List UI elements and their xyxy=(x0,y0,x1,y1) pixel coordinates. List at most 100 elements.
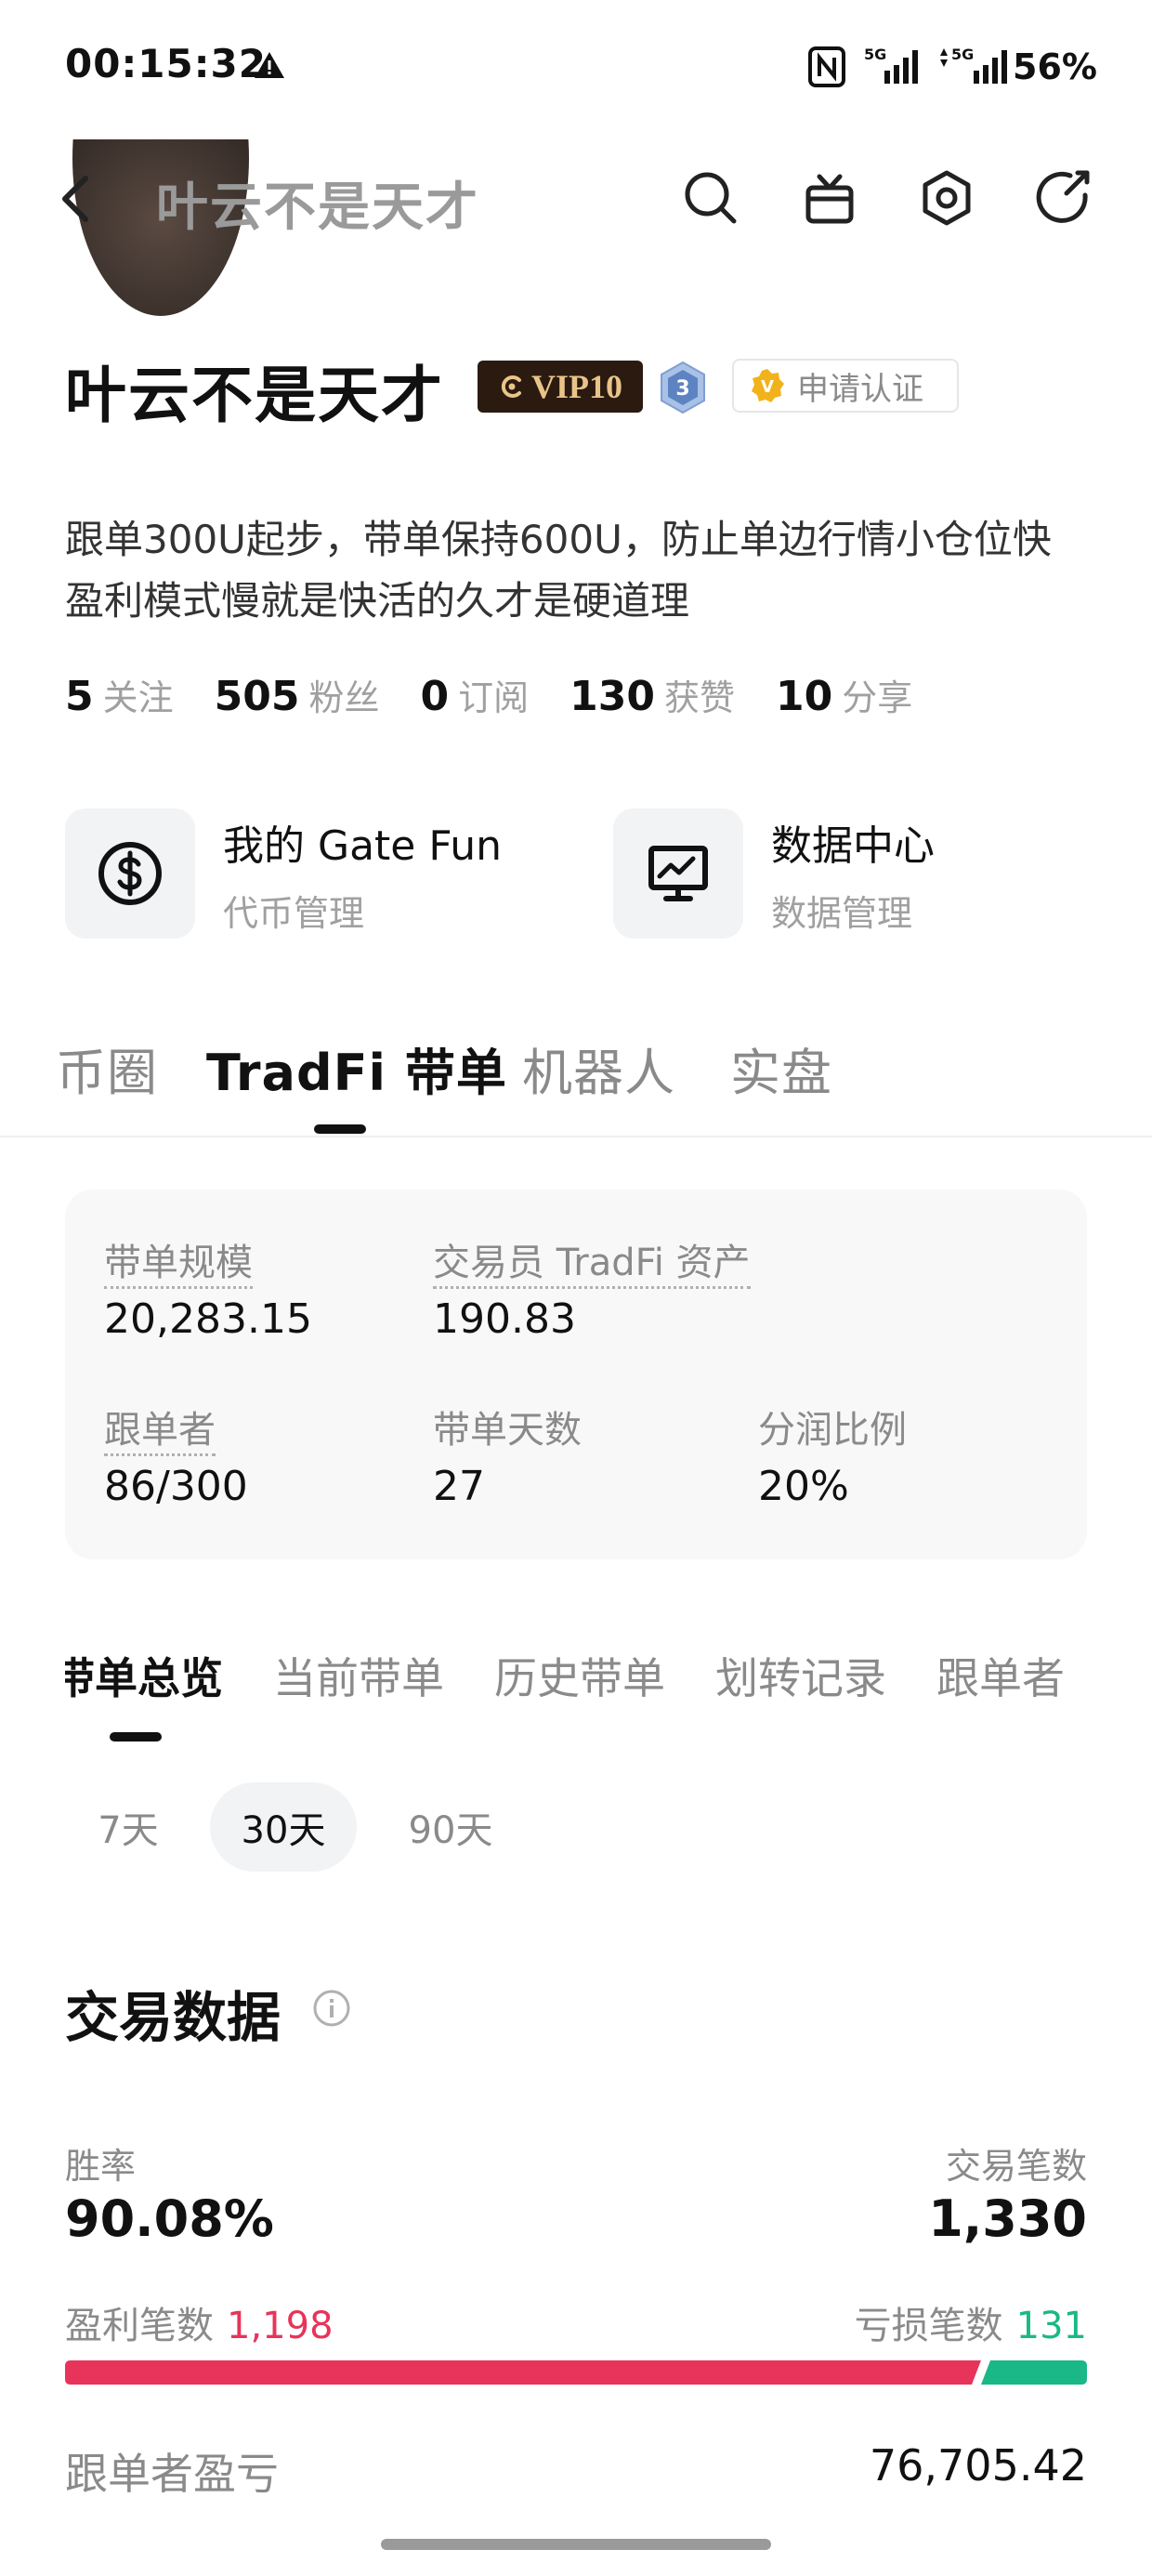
win-loss-ratio-bar xyxy=(65,2360,1087,2385)
stat-shares[interactable]: 10 分享 xyxy=(776,669,912,720)
subtab-history[interactable]: 历史带单 xyxy=(494,1645,665,1706)
gate-fun-card[interactable]: 我的 Gate Fun 代币管理 xyxy=(65,808,502,939)
trade-count-value: 1,330 xyxy=(928,2189,1087,2248)
profit-trades-value: 1,198 xyxy=(227,2305,334,2347)
stat-value: 10 xyxy=(776,673,833,720)
svg-text:5G: 5G xyxy=(951,46,974,63)
gift-icon[interactable] xyxy=(799,167,860,229)
stat-value: 505 xyxy=(214,673,300,720)
verified-badge-icon: V xyxy=(752,369,784,402)
level-number: 3 xyxy=(675,377,689,401)
svg-text:5G: 5G xyxy=(864,46,886,63)
profile-name: 叶云不是天才 xyxy=(65,360,444,431)
sub-tabs: 带单总览 当前带单 历史带单 划转记录 跟单者 xyxy=(65,1645,1087,1747)
summary-assets: 交易员 TradFi 资产 190.83 xyxy=(433,1232,751,1343)
summary-followers-label[interactable]: 跟单者 xyxy=(104,1409,216,1456)
loss-trades-label: 亏损笔数 xyxy=(854,2305,1003,2347)
home-indicator[interactable] xyxy=(381,2539,771,2550)
win-rate-value: 90.08% xyxy=(65,2189,274,2248)
tab-bots[interactable]: 机器人 xyxy=(522,1032,675,1105)
main-tabs: 币圈 TradFi 带单 机器人 实盘 xyxy=(0,1032,1152,1136)
warning-icon xyxy=(255,52,284,78)
stat-label: 订阅 xyxy=(458,677,530,718)
stat-label: 获赞 xyxy=(664,677,736,718)
header-title: 叶云不是天才 xyxy=(156,177,479,238)
summary-days-label: 带单天数 xyxy=(433,1409,582,1452)
search-icon[interactable] xyxy=(680,167,741,229)
profile-bio: 跟单300U起步，带单保持600U，防止单边行情小仓位快盈利模式慢就是快活的久才… xyxy=(65,517,1052,624)
divider xyxy=(0,1136,1152,1137)
level-badge-icon[interactable]: 3 xyxy=(658,361,708,414)
summary-followers: 跟单者 86/300 xyxy=(104,1400,248,1510)
stat-value: 0 xyxy=(420,673,450,720)
signal-5g-data-icon: 5G xyxy=(940,46,1007,84)
loss-trades-value: 131 xyxy=(1015,2305,1087,2347)
period-30d[interactable]: 30天 xyxy=(210,1782,357,1872)
share-icon[interactable] xyxy=(1033,167,1094,229)
stat-label: 关注 xyxy=(102,677,174,718)
dollar-circle-icon xyxy=(98,842,162,905)
summary-scale: 带单规模 20,283.15 xyxy=(104,1232,312,1343)
profit-trades-label: 盈利笔数 xyxy=(65,2305,214,2347)
trade-count-label: 交易笔数 xyxy=(945,2146,1087,2187)
sub-tab-indicator xyxy=(110,1732,162,1741)
nfc-icon xyxy=(808,46,845,87)
follower-pnl-label: 跟单者盈亏 xyxy=(65,2449,279,2499)
stat-label: 分享 xyxy=(842,677,913,718)
vip-label: VIP10 xyxy=(531,368,622,405)
period-90d[interactable]: 90天 xyxy=(388,1782,513,1872)
stat-following[interactable]: 5 关注 xyxy=(65,669,174,720)
subtab-followers[interactable]: 跟单者 xyxy=(936,1645,1065,1706)
loss-trades: 亏损笔数 131 xyxy=(855,2295,1087,2349)
apply-verification-label: 申请认证 xyxy=(797,370,923,408)
chart-monitor-icon xyxy=(648,846,708,901)
status-bar: 00:15:32 5G 5G 56% xyxy=(0,0,1152,139)
subtab-transfers[interactable]: 划转记录 xyxy=(715,1645,886,1706)
tab-crypto[interactable]: 币圈 xyxy=(56,1032,158,1105)
tab-tradfi-copytrading[interactable]: TradFi 带单 xyxy=(206,1032,507,1105)
signal-5g-icon: 5G xyxy=(864,46,918,84)
summary-assets-label[interactable]: 交易员 TradFi 资产 xyxy=(433,1242,751,1289)
svg-text:V: V xyxy=(761,377,774,397)
loss-segment xyxy=(981,2360,1087,2385)
data-center-subtitle: 数据管理 xyxy=(771,892,913,934)
summary-days-value: 27 xyxy=(433,1463,485,1510)
summary-profit-share-label: 分润比例 xyxy=(758,1409,907,1452)
info-icon[interactable] xyxy=(312,1989,351,2028)
stat-label: 粉丝 xyxy=(308,677,380,718)
profile-stats: 5 关注 505 粉丝 0 订阅 130 获赞 10 分享 xyxy=(65,669,953,720)
back-icon[interactable] xyxy=(58,173,95,225)
summary-scale-value: 20,283.15 xyxy=(104,1295,312,1343)
battery-level: 56% xyxy=(1013,46,1097,87)
summary-assets-value: 190.83 xyxy=(433,1295,576,1343)
data-center-card[interactable]: 数据中心 数据管理 xyxy=(613,808,935,939)
copytrading-summary-card: 带单规模 20,283.15 交易员 TradFi 资产 190.83 跟单者 … xyxy=(65,1189,1087,1559)
profit-segment xyxy=(65,2360,981,2385)
vip-badge[interactable]: VIP10 xyxy=(478,361,643,413)
summary-followers-value: 86/300 xyxy=(104,1463,248,1510)
gate-fun-title: 我的 Gate Fun xyxy=(223,821,503,870)
stat-value: 130 xyxy=(569,673,656,720)
vip-logo-icon xyxy=(501,375,521,398)
stat-followers[interactable]: 505 粉丝 xyxy=(215,669,380,720)
period-7d[interactable]: 7天 xyxy=(72,1782,184,1872)
gate-fun-subtitle: 代币管理 xyxy=(223,892,365,934)
data-center-title: 数据中心 xyxy=(771,821,935,870)
main-tab-indicator xyxy=(314,1124,366,1134)
status-time: 00:15:32 xyxy=(65,41,267,86)
tab-live[interactable]: 实盘 xyxy=(730,1032,832,1105)
trading-data-title: 交易数据 xyxy=(65,1986,281,2049)
summary-scale-label[interactable]: 带单规模 xyxy=(104,1242,253,1289)
apply-verification-button[interactable]: V 申请认证 xyxy=(732,359,959,413)
summary-profit-share: 分润比例 20% xyxy=(758,1400,907,1510)
profit-trades: 盈利笔数 1,198 xyxy=(65,2295,334,2349)
settings-icon[interactable] xyxy=(916,167,977,229)
win-rate-label: 胜率 xyxy=(65,2146,137,2187)
stat-likes[interactable]: 130 获赞 xyxy=(569,669,735,720)
subtab-overview[interactable]: 带单总览 xyxy=(65,1645,223,1706)
stat-subscriptions[interactable]: 0 订阅 xyxy=(421,669,530,720)
subtab-current[interactable]: 当前带单 xyxy=(273,1645,444,1706)
stat-value: 5 xyxy=(65,673,94,720)
summary-profit-share-value: 20% xyxy=(758,1463,849,1510)
summary-days: 带单天数 27 xyxy=(433,1400,582,1510)
